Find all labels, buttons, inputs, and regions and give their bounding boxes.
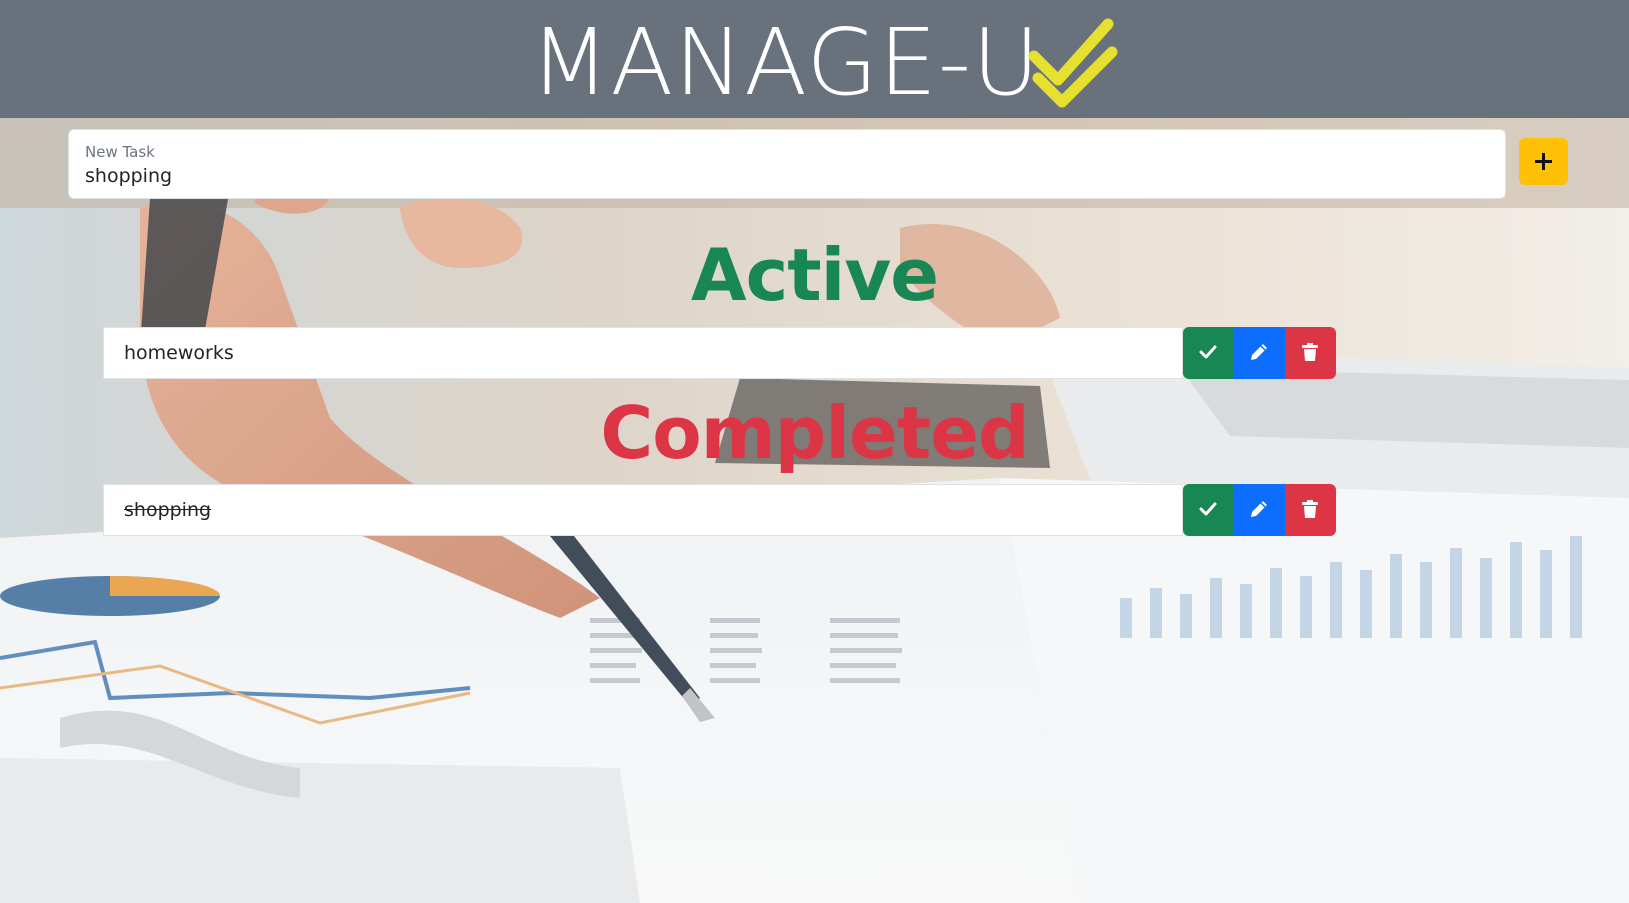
trash-icon: [1302, 500, 1318, 518]
task-text: homeworks: [103, 327, 1183, 379]
new-task-field[interactable]: New Task: [68, 129, 1506, 199]
check-icon: [1199, 502, 1217, 516]
delete-task-button[interactable]: [1285, 484, 1336, 536]
completed-section-title: Completed: [600, 391, 1029, 475]
completed-task-row: shopping: [103, 484, 1336, 536]
edit-task-button[interactable]: [1234, 327, 1285, 379]
mark-done-button[interactable]: [1183, 327, 1234, 379]
task-text: shopping: [103, 484, 1183, 536]
delete-task-button[interactable]: [1285, 327, 1336, 379]
app-logo: MANAGE-U: [0, 0, 1629, 118]
new-task-label: New Task: [85, 143, 155, 161]
new-task-input[interactable]: [85, 165, 1465, 187]
trash-icon: [1302, 343, 1318, 361]
edit-task-button[interactable]: [1234, 484, 1285, 536]
app-header: MANAGE-U: [0, 0, 1629, 118]
active-task-row: homeworks: [103, 327, 1336, 379]
mark-done-button[interactable]: [1183, 484, 1234, 536]
pencil-icon: [1251, 344, 1267, 360]
add-task-button[interactable]: [1519, 138, 1568, 185]
logo-text: MANAGE-U: [530, 9, 1041, 116]
pencil-icon: [1251, 501, 1267, 517]
double-check-icon: [1028, 18, 1118, 108]
check-icon: [1199, 345, 1217, 359]
active-section-title: Active: [690, 233, 939, 317]
plus-icon: [1535, 153, 1552, 170]
